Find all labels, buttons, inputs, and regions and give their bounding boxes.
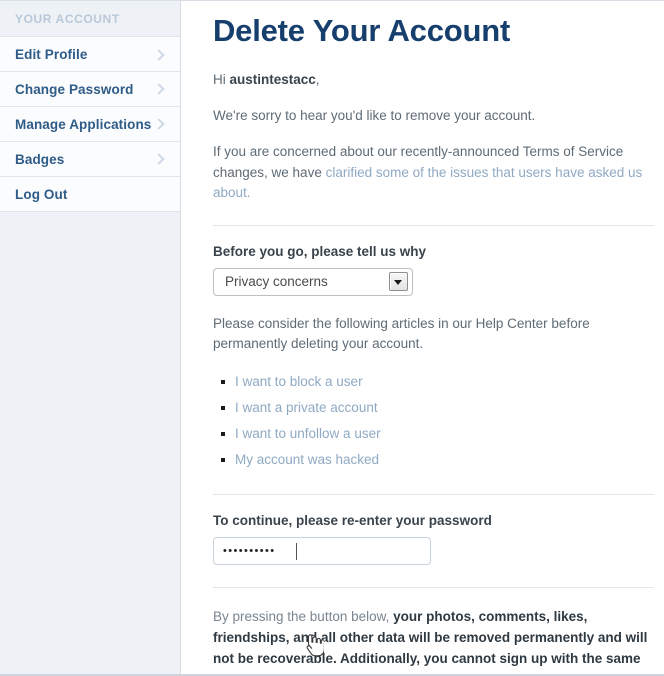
sidebar-item-edit-profile[interactable]: Edit Profile (0, 37, 180, 72)
sidebar-nav: Edit Profile Change Password Manage Appl… (0, 37, 180, 212)
reason-select-value: Privacy concerns (225, 274, 328, 290)
sidebar-item-label: Edit Profile (15, 47, 88, 62)
warning-text: By pressing the button below, your photo… (213, 606, 654, 674)
sidebar-item-change-password[interactable]: Change Password (0, 72, 180, 107)
list-item: I want to unfollow a user (221, 423, 654, 445)
reason-select[interactable]: Privacy concerns (213, 268, 413, 297)
help-link-private-account[interactable]: I want a private account (235, 400, 378, 415)
sidebar-item-label: Badges (15, 151, 65, 167)
help-link-unfollow-user[interactable]: I want to unfollow a user (235, 426, 381, 441)
greeting-suffix: , (315, 71, 320, 87)
sidebar-item-label: Manage Applications (15, 116, 152, 132)
reason-label: Before you go, please tell us why (213, 244, 427, 260)
password-label: To continue, please re-enter your passwo… (213, 512, 492, 528)
sidebar-item-log-out[interactable]: Log Out (0, 177, 180, 212)
sidebar-filler (0, 212, 180, 674)
chevron-right-icon (154, 154, 164, 164)
text-caret (296, 542, 297, 560)
help-intro-text: Please consider the following articles i… (213, 316, 590, 352)
sidebar: YOUR ACCOUNT Edit Profile Change Passwor… (0, 1, 181, 674)
divider (213, 225, 654, 227)
chevron-right-icon (154, 119, 164, 129)
sidebar-item-badges[interactable]: Badges (0, 142, 180, 177)
sorry-text: We're sorry to hear you'd like to remove… (213, 108, 536, 124)
list-item: I want a private account (221, 397, 654, 419)
tos-text: If you are concerned about our recently-… (213, 142, 654, 203)
help-article-list: I want to block a user I want a private … (213, 371, 654, 472)
chevron-right-icon (154, 84, 164, 94)
sidebar-heading: YOUR ACCOUNT (0, 1, 180, 37)
password-value: •••••••••• (223, 544, 276, 557)
help-link-block-user[interactable]: I want to block a user (235, 374, 363, 389)
chevron-down-icon[interactable] (389, 272, 408, 292)
account-settings-page: YOUR ACCOUNT Edit Profile Change Passwor… (0, 0, 664, 676)
divider (213, 586, 654, 588)
sidebar-item-manage-applications[interactable]: Manage Applications (0, 107, 180, 142)
chevron-right-icon (154, 50, 164, 60)
greeting-text: Hi austintestacc, (213, 70, 654, 90)
main-content: Delete Your Account Hi austintestacc, We… (181, 1, 664, 674)
help-link-account-hacked[interactable]: My account was hacked (235, 452, 379, 467)
divider (213, 493, 654, 495)
list-item: My account was hacked (221, 449, 654, 471)
greeting-prefix: Hi (213, 71, 230, 87)
list-item: I want to block a user (221, 371, 654, 393)
warning-prefix: By pressing the button below, (213, 608, 394, 624)
username: austintestacc (229, 71, 316, 87)
password-field[interactable]: •••••••••• (213, 536, 431, 565)
sidebar-item-label: Change Password (15, 81, 134, 97)
page-title: Delete Your Account (213, 13, 511, 48)
page-layout: YOUR ACCOUNT Edit Profile Change Passwor… (0, 1, 664, 674)
sidebar-item-label: Log Out (15, 186, 68, 202)
